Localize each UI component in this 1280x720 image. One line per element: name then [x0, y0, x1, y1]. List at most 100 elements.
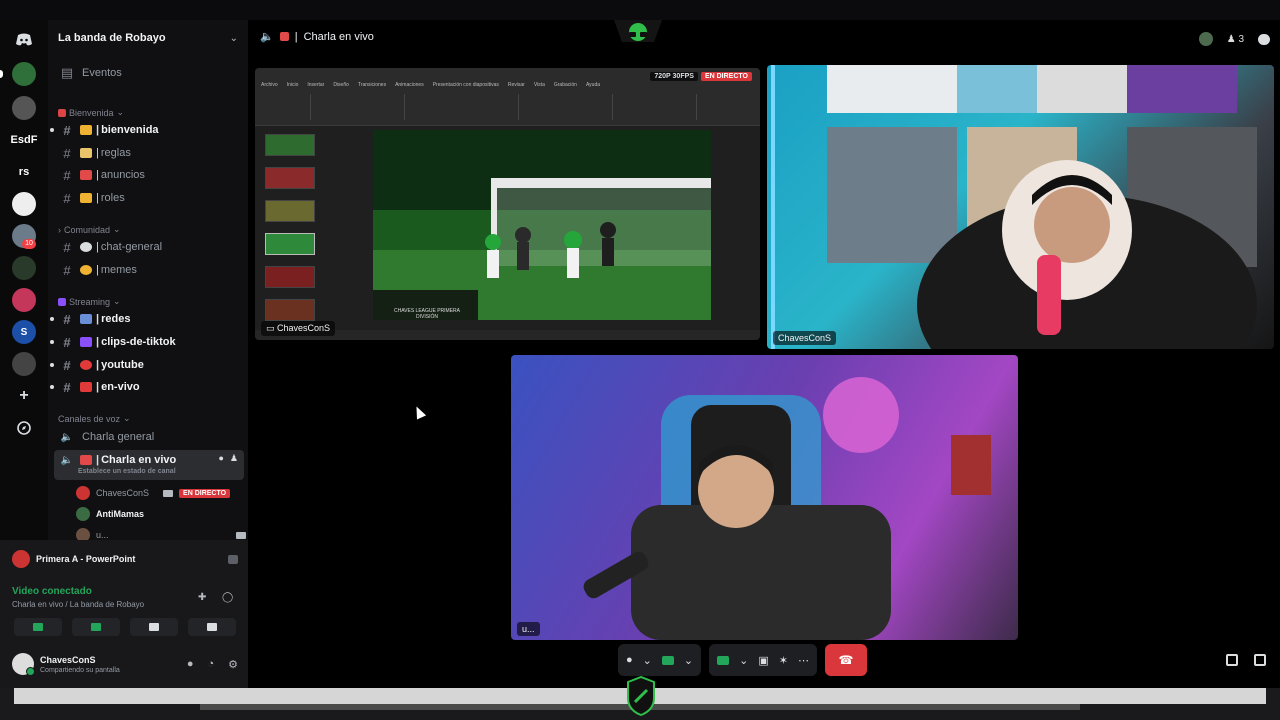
mention-badge: 10: [22, 239, 36, 249]
headphones-icon[interactable]: ◔: [207, 658, 214, 671]
category-comunidad[interactable]: › Comunidad ⌄: [58, 224, 121, 235]
more-icon[interactable]: ⋯: [798, 654, 809, 667]
category-bienvenida[interactable]: Bienvenida ⌄: [58, 107, 124, 118]
category-streaming[interactable]: Streaming ⌄: [58, 296, 121, 307]
fullscreen-icon[interactable]: [1254, 654, 1266, 666]
server-icon-7[interactable]: [12, 256, 36, 280]
category-voz[interactable]: Canales de voz ⌄: [58, 413, 131, 424]
unread-dot: [50, 363, 54, 367]
participants-button[interactable]: ♟ 3: [1227, 34, 1244, 45]
chevron-down-icon[interactable]: ⌄: [739, 654, 748, 667]
add-server-icon[interactable]: +: [12, 384, 36, 408]
avatar[interactable]: [1198, 32, 1213, 46]
screen-share-icon[interactable]: [717, 655, 730, 665]
ppt-slide-thumbnails: [265, 128, 317, 332]
camera-tile-u[interactable]: u...: [511, 355, 1018, 640]
channel-chat-general[interactable]: # | chat-general: [54, 237, 244, 257]
activities-button[interactable]: [130, 618, 178, 636]
ppt-tab: Diseño: [333, 82, 349, 88]
powerpoint-window: Archivo Inicio Insertar Diseño Transicio…: [255, 68, 760, 340]
server-icon-esdf[interactable]: EsdF: [11, 128, 38, 152]
user-area[interactable]: ChavesConS Compartiendo su pantalla ● ◔ …: [12, 650, 238, 678]
participant-count: 3: [1238, 33, 1244, 45]
gamepad-icon[interactable]: ▣: [758, 654, 768, 667]
channel-bienvenida[interactable]: # | bienvenida: [50, 120, 244, 140]
server-icon-8[interactable]: [12, 288, 36, 312]
ppt-tab: Grabación: [553, 82, 577, 88]
emoji-icon: [80, 455, 92, 465]
chat-icon[interactable]: [1258, 33, 1270, 45]
category-label: Canales de voz: [58, 413, 121, 424]
camera-button[interactable]: [14, 618, 62, 636]
events-item[interactable]: ▤ Eventos: [54, 63, 244, 83]
screen-share-tile[interactable]: Archivo Inicio Insertar Diseño Transicio…: [255, 68, 760, 340]
soundboard-button[interactable]: [188, 618, 236, 636]
disconnect-button[interactable]: ☎: [824, 644, 867, 676]
share-group: ⌄ ▣ ✶ ⋯: [709, 644, 817, 676]
noise-suppression-icon[interactable]: ✚: [198, 592, 206, 603]
screen-share-button[interactable]: [72, 618, 120, 636]
tile-name-label: ChavesConS: [773, 331, 837, 345]
soundboard-icon: [207, 623, 217, 631]
voice-user-chavescons[interactable]: ChavesConS EN DIRECTO: [76, 484, 246, 502]
avatar: [76, 486, 90, 500]
chevron-down-icon[interactable]: ⌄: [684, 654, 693, 667]
popout-icon[interactable]: [1226, 654, 1238, 666]
server-icon-9[interactable]: S: [12, 320, 36, 344]
ppt-current-slide: [373, 130, 711, 320]
speaker-icon: 🔈: [260, 31, 274, 43]
channel-en-vivo[interactable]: # | en-vivo: [50, 377, 244, 397]
mic-icon[interactable]: ●: [187, 658, 194, 671]
chevron-down-icon[interactable]: ⌄: [643, 654, 652, 667]
stream-preview-row[interactable]: Primera A - PowerPoint: [12, 550, 238, 568]
discord-home-icon[interactable]: [12, 28, 36, 52]
channel-clips-de-tiktok[interactable]: # | clips-de-tiktok: [50, 332, 244, 352]
discover-icon[interactable]: [12, 416, 36, 440]
ppt-tab: Animaciones: [395, 82, 424, 88]
calendar-icon: ▤: [60, 65, 74, 80]
bottom-overlay: [0, 676, 1280, 720]
unread-pill: [0, 70, 3, 78]
camera-icon[interactable]: [661, 655, 674, 665]
window-titlebar: [0, 0, 1280, 20]
voice-user-name: u...: [96, 530, 109, 540]
emoji-icon: [80, 382, 92, 392]
server-icon-5[interactable]: [12, 192, 36, 216]
channel-reglas[interactable]: # | reglas: [54, 143, 244, 163]
voice-user-antimamas[interactable]: AntiMamas: [76, 505, 144, 523]
channel-status-placeholder[interactable]: Establece un estado de canal: [78, 468, 176, 475]
camera-icon: [163, 489, 174, 497]
channel-memes[interactable]: # | memes: [54, 260, 244, 280]
header-actions: ♟ 3: [1198, 32, 1270, 46]
voice-channel-charla-en-vivo[interactable]: 🔈 | Charla en vivo Establece un estado d…: [54, 450, 244, 480]
server-icon-1[interactable]: [12, 62, 36, 86]
channel-anuncios[interactable]: # | anuncios: [54, 165, 244, 185]
soundboard-icon[interactable]: ✶: [779, 654, 788, 667]
chat-icon[interactable]: ●: [218, 453, 223, 464]
ppt-tab: Ayuda: [585, 82, 601, 88]
live-badge: EN DIRECTO: [179, 488, 231, 498]
chevron-down-icon: ⌄: [229, 32, 238, 44]
channel-redes[interactable]: # | redes: [50, 309, 244, 329]
camera-icon: [33, 623, 43, 631]
disconnect-icon[interactable]: ◯: [222, 592, 233, 603]
server-icon-10[interactable]: [12, 352, 36, 376]
live-badge: EN DIRECTO: [700, 72, 752, 81]
video-location[interactable]: Charla en vivo / La banda de Robayo: [12, 600, 144, 609]
server-icon-rs[interactable]: rs: [12, 160, 36, 184]
voice-channel-charla-general[interactable]: 🔈 Charla general: [54, 427, 244, 447]
category-emoji-icon: [58, 108, 66, 117]
mic-icon[interactable]: ●: [626, 654, 633, 666]
channel-label: Charla en vivo: [101, 454, 177, 466]
user-status: Compartiendo su pantalla: [40, 666, 120, 674]
guild-header[interactable]: La banda de Robayo ⌄: [48, 20, 248, 56]
channel-youtube[interactable]: # | youtube: [50, 355, 244, 375]
server-icon-2[interactable]: [12, 96, 36, 120]
camera-tile-chavescons[interactable]: ChavesConS: [767, 65, 1274, 349]
channel-label: youtube: [101, 359, 144, 371]
add-member-icon[interactable]: ♟: [230, 453, 238, 464]
stop-stream-icon[interactable]: [228, 554, 238, 564]
channel-roles[interactable]: # | roles: [54, 188, 244, 208]
emoji-icon: [80, 265, 92, 275]
gear-icon[interactable]: ⚙: [228, 658, 238, 671]
